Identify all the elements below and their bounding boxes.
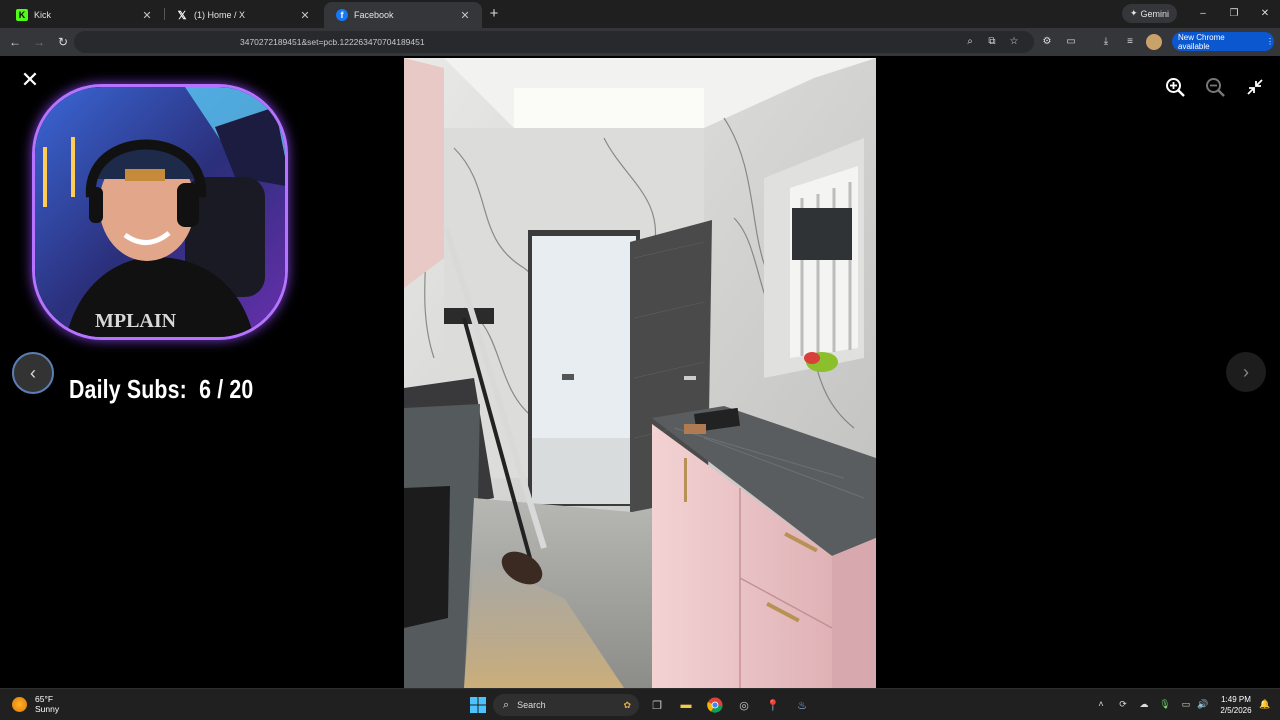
shirt-text: MPLAIN [95,310,177,332]
sparkle-icon: ✦ [1129,8,1138,18]
exit-fullscreen-button[interactable] [1245,77,1265,97]
map-pin-icon[interactable]: 📍 [763,695,783,715]
new-tab-button[interactable]: + [485,5,503,23]
chrome-icon[interactable] [705,695,725,715]
tab-title: Kick [34,10,52,20]
daily-subs-overlay: Daily Subs: 6 / 20 [69,374,253,405]
zoom-in-icon [1166,78,1185,97]
tab-facebook[interactable]: f Facebook ✕ [324,2,482,28]
tab-title: (1) Home / X [194,10,246,20]
tab-title: Facebook [354,10,394,20]
reload-icon[interactable]: ↻ [54,33,72,51]
weather-desc: Sunny [35,704,60,714]
search-placeholder: Search [517,700,546,710]
clock-date: 2/5/2026 [1220,706,1252,715]
daily-subs-label: Daily Subs: [69,374,187,404]
task-view-icon[interactable]: ❐ [647,695,667,715]
chevron-right-icon: › [1243,361,1249,382]
x-icon: 𝕏 [177,9,187,22]
kick-icon: K [16,9,28,21]
previous-photo-button[interactable]: ‹ [12,352,54,394]
sun-icon [12,696,27,712]
clock-time: 1:49 PM [1221,695,1251,704]
search-icon: ⌕ [503,698,510,711]
windows-taskbar: 65°F Sunny ⌕ Search ✿ ❐ ▬ ◎ 📍 ♨ ˄ ⟳ ☁ 🎙 … [0,688,1280,720]
reading-list-icon[interactable]: ≡ [1122,34,1138,50]
update-label: New Chrome available [1178,32,1225,51]
system-clock[interactable]: 1:49 PM 2/5/2026 [1214,694,1258,716]
tab-x-home[interactable]: 𝕏 (1) Home / X ✕ [164,2,322,28]
next-photo-button[interactable]: › [1226,352,1266,392]
gemini-button[interactable]: ✦ Gemini [1122,4,1177,23]
weather-widget[interactable]: 65°F Sunny [12,694,59,714]
tab-strip: K Kick ✕ 𝕏 (1) Home / X ✕ f Facebook ✕ +… [0,0,1280,28]
download-icon[interactable]: ⤓ [1098,34,1114,50]
tab-close-icon[interactable]: ✕ [298,9,312,22]
kitchen-photo [404,58,876,688]
restore-button[interactable]: ❐ [1221,4,1247,24]
update-chrome-button[interactable]: New Chrome available ⋮ [1172,32,1274,51]
profile-avatar[interactable] [1146,34,1162,50]
install-app-icon[interactable]: ⧉ [984,34,1000,50]
tab-kick[interactable]: K Kick ✕ [4,2,164,28]
photo-viewer: ✕ MPLAIN ‹ › Daily Subs: 6 / 20 [0,56,1280,688]
zoom-page-icon[interactable]: ⌕ [962,34,978,50]
search-highlight-icon: ✿ [623,699,631,710]
address-bar[interactable]: 3470272189451&set=pcb.122263470704189451 [74,31,1034,53]
file-explorer-icon[interactable]: ▬ [676,695,696,715]
close-window-button[interactable]: ✕ [1252,4,1278,24]
close-viewer-button[interactable]: ✕ [20,69,40,91]
notification-bell-icon[interactable]: 🔔 [1258,697,1272,711]
url-text: 3470272189451&set=pcb.122263470704189451 [240,37,425,47]
extensions-icon[interactable]: ⚙ [1039,34,1055,50]
taskbar-search[interactable]: ⌕ Search ✿ [493,694,639,716]
forward-arrow-icon[interactable]: → [30,33,48,51]
kitchen-photo-drawing [404,58,876,688]
zoom-out-icon [1206,78,1225,97]
bookmark-star-icon[interactable]: ☆ [1006,34,1022,50]
split-view-icon[interactable]: ▭ [1063,34,1079,50]
cloud-icon[interactable]: ☁ [1137,697,1151,711]
chevron-left-icon: ‹ [30,362,36,383]
tab-close-icon[interactable]: ✕ [458,9,472,22]
chevron-up-icon[interactable]: ˄ [1094,697,1108,711]
browser-toolbar: ← → ↻ 3470272189451&set=pcb.122263470704… [0,28,1280,56]
gemini-label: Gemini [1140,8,1170,19]
zoom-out-button[interactable] [1204,76,1226,98]
kebab-menu-icon[interactable]: ⋮ [1266,37,1274,46]
daily-subs-value: 6 / 20 [199,374,254,404]
windows-start-icon[interactable] [468,695,488,715]
streamer-webcam: MPLAIN [35,87,285,337]
tab-close-icon[interactable]: ✕ [140,9,154,22]
back-arrow-icon[interactable]: ← [6,33,24,51]
minimize-arrows-icon [1247,79,1263,95]
webcam-overlay: MPLAIN [32,84,288,340]
sync-icon[interactable]: ⟳ [1116,697,1130,711]
app-circle-icon[interactable]: ◎ [734,695,754,715]
speaker-icon[interactable]: 🔊 [1196,697,1210,711]
zoom-in-button[interactable] [1164,76,1186,98]
steam-icon[interactable]: ♨ [792,695,812,715]
display-icon[interactable]: ▭ [1179,697,1193,711]
minimize-button[interactable]: – [1190,4,1216,24]
microphone-icon[interactable]: 🎙 [1158,697,1172,711]
facebook-icon: f [336,9,348,21]
weather-temp: 65°F [35,694,54,704]
